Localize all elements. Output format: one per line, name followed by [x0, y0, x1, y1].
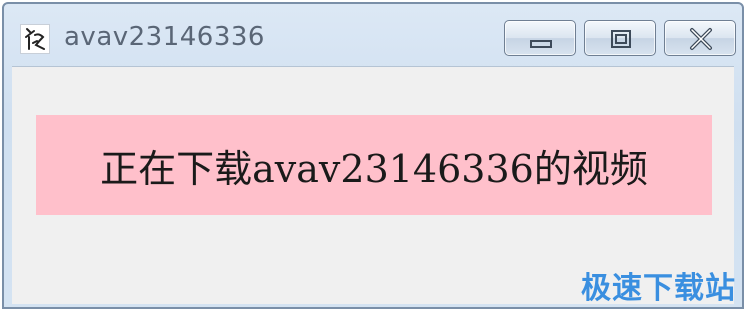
close-icon	[690, 28, 712, 50]
site-watermark: 极速下载站	[581, 271, 736, 306]
app-logo-icon	[20, 24, 50, 54]
minimize-button[interactable]	[504, 20, 576, 56]
maximize-button[interactable]	[584, 20, 656, 56]
close-button[interactable]	[664, 20, 736, 56]
status-banner: 正在下载avav23146336的视频	[36, 115, 712, 215]
minimize-icon	[530, 40, 552, 48]
title-bar[interactable]: avav23146336	[4, 4, 742, 66]
maximize-icon	[611, 30, 631, 48]
download-status-text: 正在下载avav23146336的视频	[100, 146, 648, 191]
window-title: avav23146336	[64, 22, 265, 52]
